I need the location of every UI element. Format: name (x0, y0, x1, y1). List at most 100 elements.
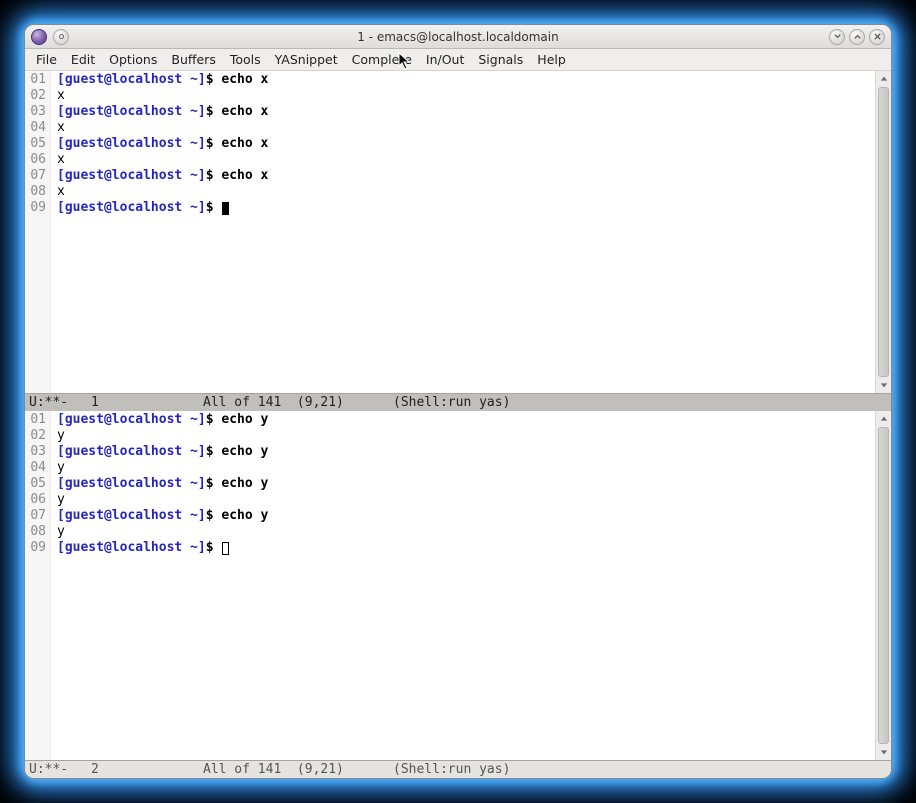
menu-inout[interactable]: In/Out (419, 50, 471, 69)
shell-prompt-line: [guest@localhost ~]$ echo x (57, 104, 875, 120)
line-number: 04 (25, 460, 46, 476)
shell-command: echo x (221, 136, 268, 151)
shell-prompt: [guest@localhost ~] (57, 444, 206, 459)
shell-prompt-line: [guest@localhost ~]$ echo x (57, 72, 875, 88)
maximize-button[interactable] (849, 29, 865, 45)
prompt-dollar: $ (206, 444, 222, 459)
modeline-status: U:**- (29, 761, 91, 778)
line-number: 07 (25, 508, 46, 524)
modeline-status: U:**- (29, 394, 91, 411)
pane-top: 010203040506070809 [guest@localhost ~]$ … (25, 71, 891, 393)
menu-options[interactable]: Options (102, 50, 164, 69)
line-number: 08 (25, 184, 46, 200)
shell-output: x (57, 88, 65, 103)
shell-command: echo x (221, 72, 268, 87)
sticky-button[interactable] (53, 29, 69, 45)
shell-prompt-line: [guest@localhost ~]$ echo x (57, 136, 875, 152)
text-cursor-inactive (222, 542, 229, 555)
shell-prompt-line: [guest@localhost ~]$ echo x (57, 168, 875, 184)
line-number: 03 (25, 104, 46, 120)
scrollbar-thumb[interactable] (878, 87, 889, 377)
modeline-top[interactable]: U:**- 1 All of 141 (9,21) (Shell:run yas… (25, 393, 891, 411)
shell-output-line: x (57, 120, 875, 136)
shell-command: echo y (221, 444, 268, 459)
shell-prompt-line: [guest@localhost ~]$ echo y (57, 476, 875, 492)
close-button[interactable] (869, 29, 885, 45)
shell-output: y (57, 460, 65, 475)
shell-command: echo x (221, 168, 268, 183)
shell-output-line: y (57, 460, 875, 476)
shell-command: echo y (221, 412, 268, 427)
minimize-button[interactable] (829, 29, 845, 45)
modeline-position: All of 141 (9,21) (203, 394, 393, 411)
titlebar: 1 - emacs@localhost.localdomain (25, 25, 891, 49)
menu-yasnippet[interactable]: YASnippet (268, 50, 345, 69)
menu-buffers[interactable]: Buffers (164, 50, 222, 69)
shell-prompt: [guest@localhost ~] (57, 168, 206, 183)
line-number-gutter: 010203040506070809 (25, 411, 51, 760)
shell-prompt: [guest@localhost ~] (57, 200, 206, 215)
menu-edit[interactable]: Edit (64, 50, 102, 69)
shell-prompt: [guest@localhost ~] (57, 104, 206, 119)
prompt-dollar: $ (206, 72, 222, 87)
shell-command: echo y (221, 508, 268, 523)
prompt-dollar: $ (206, 476, 222, 491)
shell-prompt: [guest@localhost ~] (57, 136, 206, 151)
line-number: 04 (25, 120, 46, 136)
prompt-dollar: $ (206, 168, 222, 183)
shell-prompt: [guest@localhost ~] (57, 72, 206, 87)
line-number: 08 (25, 524, 46, 540)
modeline-buffer: 1 (91, 394, 203, 411)
line-number: 01 (25, 412, 46, 428)
line-number: 05 (25, 136, 46, 152)
modeline-buffer: 2 (91, 761, 203, 778)
prompt-dollar: $ (206, 104, 222, 119)
editor-area: 010203040506070809 [guest@localhost ~]$ … (25, 71, 891, 778)
modeline-bottom[interactable]: U:**- 2 All of 141 (9,21) (Shell:run yas… (25, 760, 891, 778)
shell-command: echo y (221, 476, 268, 491)
scroll-up-icon[interactable] (876, 71, 891, 87)
shell-output-line: x (57, 152, 875, 168)
shell-prompt: [guest@localhost ~] (57, 540, 206, 555)
shell-prompt-line: [guest@localhost ~]$ (57, 540, 875, 556)
shell-prompt-line: [guest@localhost ~]$ (57, 200, 875, 216)
menu-file[interactable]: File (29, 50, 64, 69)
shell-buffer-bottom[interactable]: [guest@localhost ~]$ echo yy[guest@local… (51, 411, 875, 760)
menu-help[interactable]: Help (530, 50, 573, 69)
app-menu-icon[interactable] (31, 29, 47, 45)
menu-signals[interactable]: Signals (471, 50, 530, 69)
shell-prompt-line: [guest@localhost ~]$ echo y (57, 508, 875, 524)
line-number: 09 (25, 200, 46, 216)
emacs-window: 1 - emacs@localhost.localdomain FileEdit… (24, 24, 892, 779)
menu-complete[interactable]: Complete (345, 50, 419, 69)
shell-output: y (57, 524, 65, 539)
scrollbar[interactable] (875, 71, 891, 393)
line-number: 02 (25, 428, 46, 444)
shell-prompt: [guest@localhost ~] (57, 412, 206, 427)
scrollbar-thumb[interactable] (878, 427, 889, 744)
line-number: 06 (25, 152, 46, 168)
prompt-dollar: $ (206, 540, 222, 555)
shell-output: x (57, 152, 65, 167)
scroll-up-icon[interactable] (876, 411, 891, 427)
modeline-mode: (Shell:run yas) (393, 761, 510, 778)
line-number-gutter: 010203040506070809 (25, 71, 51, 393)
shell-output-line: y (57, 492, 875, 508)
line-number: 06 (25, 492, 46, 508)
text-cursor (222, 202, 229, 215)
prompt-dollar: $ (206, 136, 222, 151)
line-number: 05 (25, 476, 46, 492)
shell-buffer-top[interactable]: [guest@localhost ~]$ echo xx[guest@local… (51, 71, 875, 393)
shell-output: y (57, 428, 65, 443)
scroll-down-icon[interactable] (876, 744, 891, 760)
scrollbar[interactable] (875, 411, 891, 760)
line-number: 09 (25, 540, 46, 556)
scroll-down-icon[interactable] (876, 377, 891, 393)
shell-output-line: x (57, 184, 875, 200)
shell-prompt-line: [guest@localhost ~]$ echo y (57, 412, 875, 428)
shell-command: echo x (221, 104, 268, 119)
menu-tools[interactable]: Tools (223, 50, 268, 69)
shell-prompt: [guest@localhost ~] (57, 476, 206, 491)
pane-bottom: 010203040506070809 [guest@localhost ~]$ … (25, 411, 891, 760)
shell-output-line: x (57, 88, 875, 104)
